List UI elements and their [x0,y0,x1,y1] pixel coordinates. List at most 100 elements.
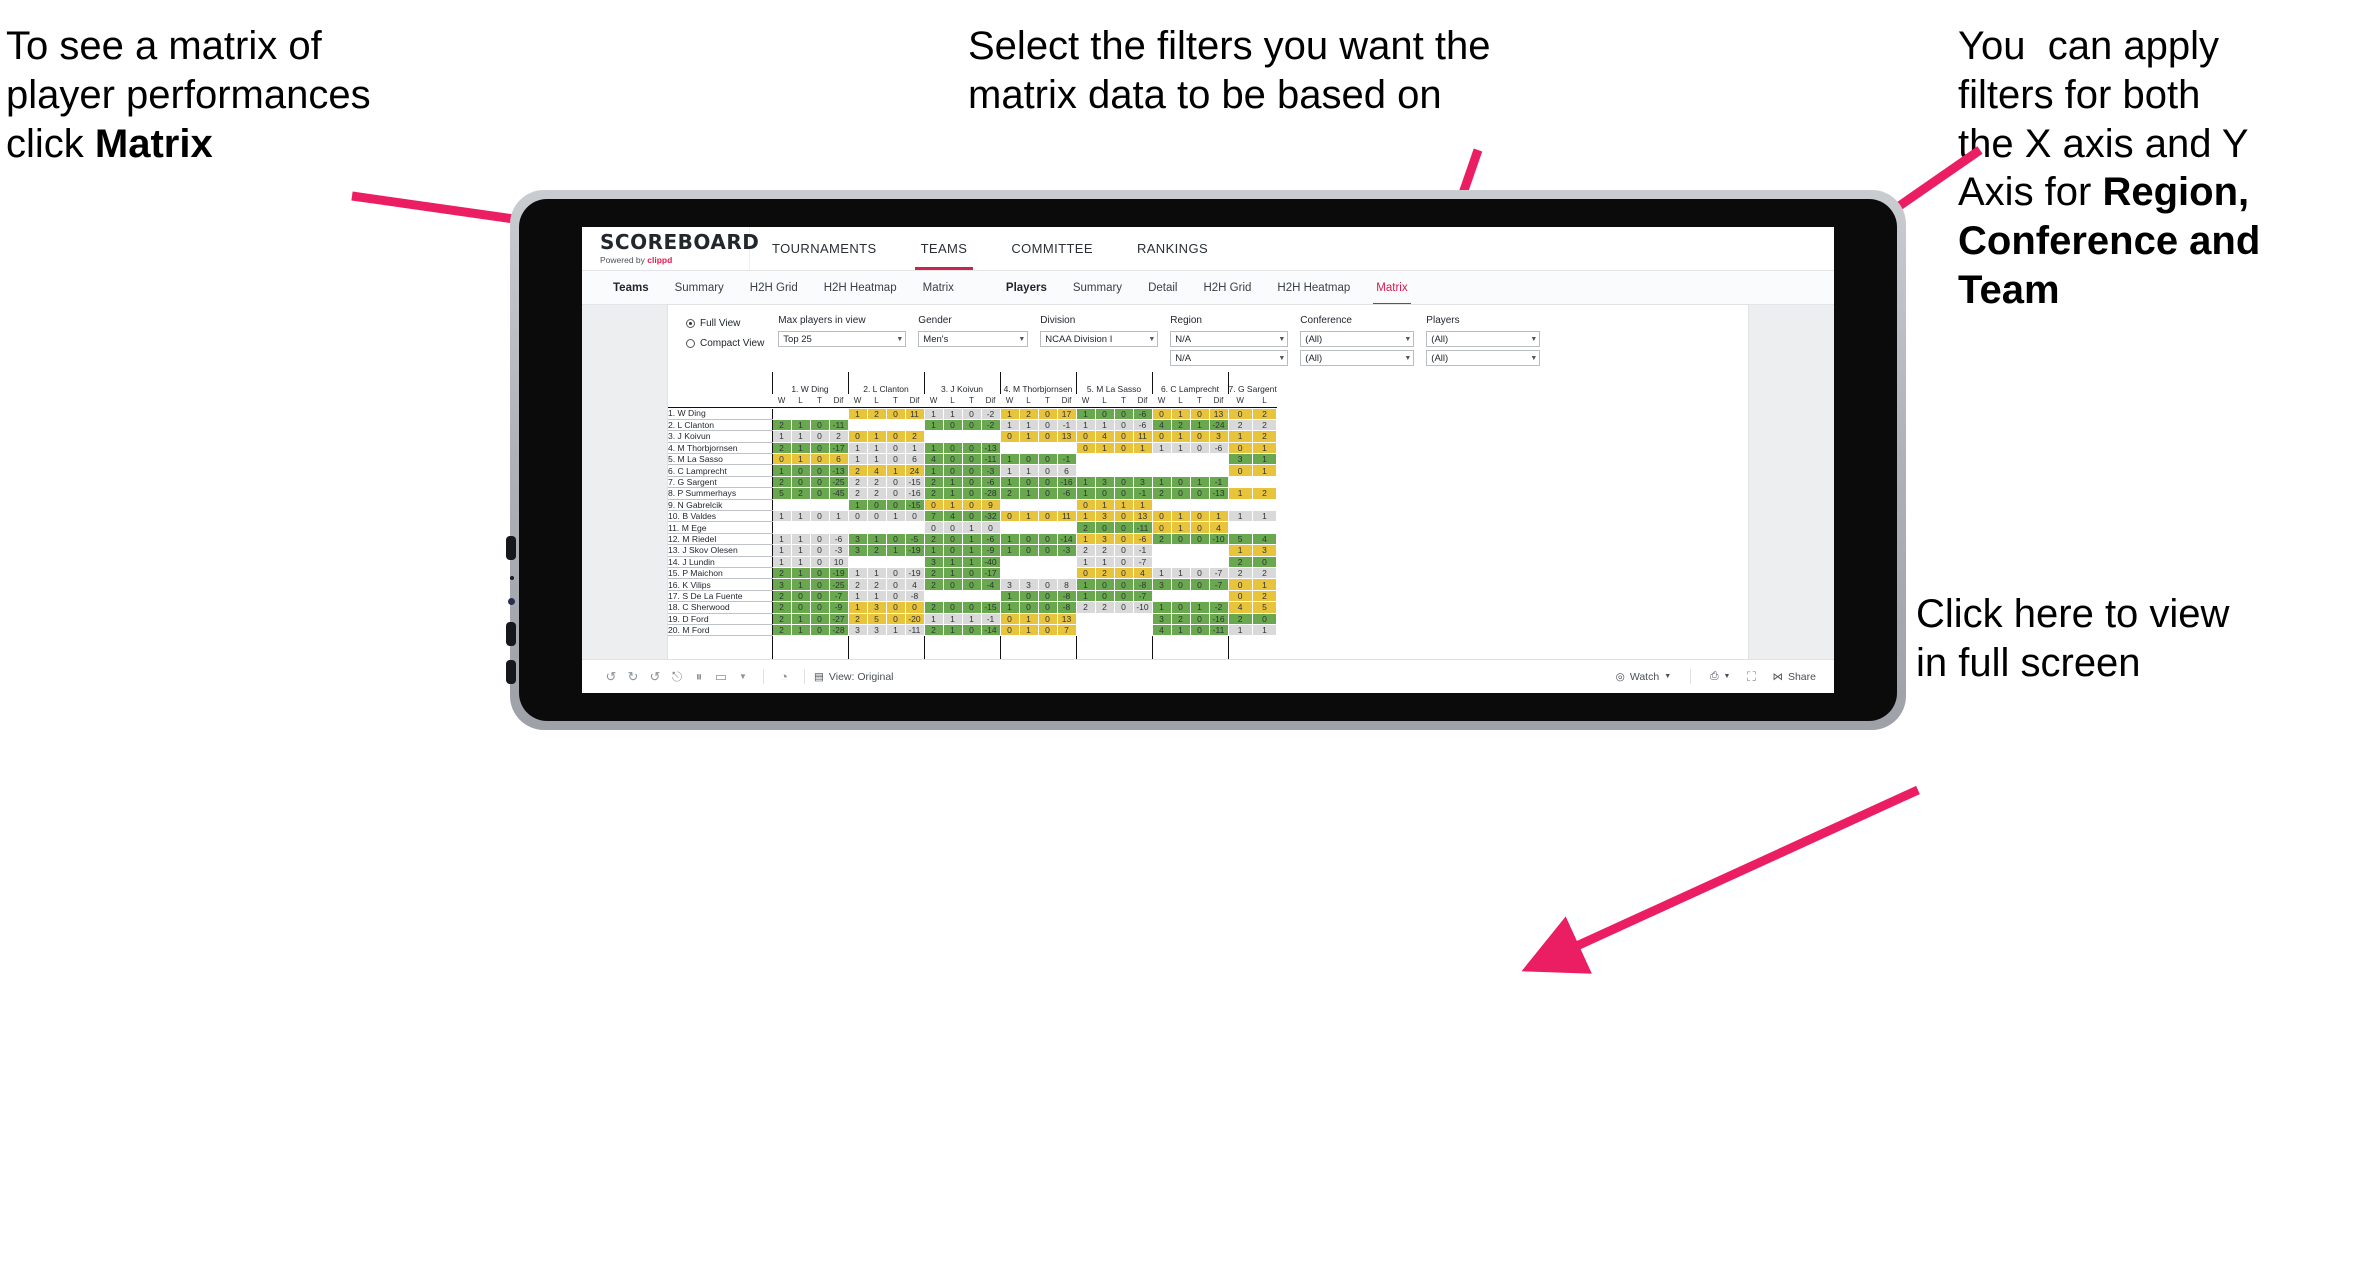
matrix-cell[interactable]: 1 [1132,441,1153,455]
subnav-players-detail[interactable]: Detail [1135,271,1190,305]
matrix-cell[interactable]: 1 [999,544,1020,557]
matrix-cell[interactable]: 1 [790,566,811,580]
matrix-cell[interactable] [923,430,944,443]
matrix-cell[interactable]: 0 [809,544,830,557]
matrix-cell[interactable]: 0 [885,407,906,420]
matrix-cell[interactable] [999,498,1020,512]
matrix-cell[interactable] [1113,453,1134,466]
matrix-cell[interactable]: 0 [809,441,830,455]
matrix-cell[interactable] [1189,464,1210,477]
matrix-cell[interactable]: -10 [1132,601,1153,614]
matrix-cell[interactable]: 3 [847,544,868,557]
matrix-cell[interactable]: -2 [1208,601,1229,614]
matrix-cell[interactable]: 0 [1113,601,1134,614]
matrix-cell[interactable]: 0 [847,509,868,523]
matrix-cell[interactable]: 1 [942,487,963,500]
matrix-cell[interactable] [923,589,944,603]
matrix-cell[interactable]: 0 [809,430,830,443]
matrix-cell[interactable]: 0 [1018,589,1039,603]
matrix-cell[interactable]: 1 [847,498,868,512]
matrix-cell[interactable]: -16 [1056,475,1077,489]
matrix-cell[interactable]: 17 [1056,407,1077,420]
matrix-cell[interactable] [1037,555,1058,568]
matrix-cell[interactable] [1075,612,1096,625]
matrix-cell[interactable] [1208,555,1229,568]
matrix-cell[interactable]: 4 [1227,601,1253,614]
matrix-cell[interactable]: 0 [1151,407,1172,420]
matrix-cell[interactable]: 0 [809,589,830,603]
matrix-cell[interactable]: 2 [866,487,887,500]
matrix-cell[interactable] [1132,464,1153,477]
matrix-cell[interactable]: 2 [771,475,792,489]
select-gender[interactable]: Men's ▼ [918,331,1029,347]
matrix-cell[interactable]: 2 [923,532,944,546]
matrix-cell[interactable]: 1 [771,509,792,523]
matrix-cell[interactable]: 1 [847,407,868,420]
matrix-cell[interactable]: 1 [1227,623,1253,637]
matrix-cell[interactable] [1151,555,1172,568]
matrix-cell[interactable] [1094,612,1115,625]
matrix-cell[interactable]: 0 [885,589,906,603]
matrix-cell[interactable]: 1 [1170,441,1191,455]
matrix-cell[interactable]: 0 [1113,532,1134,546]
matrix-cell[interactable]: -15 [904,498,925,512]
matrix-cell[interactable] [1170,544,1191,557]
matrix-cell[interactable] [961,589,982,603]
matrix-cell[interactable]: 3 [1251,544,1278,557]
matrix-cell[interactable]: 1 [1075,487,1096,500]
matrix-cell[interactable]: 3 [999,578,1020,591]
matrix-cell[interactable]: 4 [1151,418,1172,432]
matrix-cell[interactable]: 1 [847,601,868,614]
matrix-cell[interactable] [790,521,811,534]
matrix-cell[interactable]: 1 [942,407,963,420]
matrix-cell[interactable]: 1 [790,441,811,455]
matrix-cell[interactable]: 0 [1037,601,1058,614]
matrix-cell[interactable] [809,498,830,512]
matrix-cell[interactable]: 1 [923,612,944,625]
matrix-cell[interactable]: 0 [942,464,963,477]
matrix-cell[interactable]: 0 [1018,601,1039,614]
matrix-cell[interactable]: 1 [1170,566,1191,580]
matrix-cell[interactable]: 0 [1113,578,1134,591]
matrix-cell[interactable] [1208,453,1229,466]
matrix-cell[interactable]: -17 [980,566,1001,580]
matrix-cell[interactable]: 6 [904,453,925,466]
matrix-cell[interactable]: 0 [809,418,830,432]
matrix-cell[interactable]: 2 [771,441,792,455]
matrix-cell[interactable]: 2 [1227,418,1253,432]
matrix-cell[interactable]: 5 [1227,532,1253,546]
matrix-cell[interactable] [1189,589,1210,603]
subnav-players-summary[interactable]: Summary [1060,271,1135,305]
matrix-cell[interactable]: 0 [1037,509,1058,523]
matrix-cell[interactable]: 1 [1151,566,1172,580]
matrix-cell[interactable]: 0 [1094,487,1115,500]
matrix-cell[interactable] [1056,521,1077,534]
matrix-cell[interactable] [1170,589,1191,603]
matrix-cell[interactable]: 0 [1037,475,1058,489]
matrix-cell[interactable]: 0 [790,601,811,614]
matrix-cell[interactable]: 2 [771,566,792,580]
matrix-cell[interactable]: -8 [1056,589,1077,603]
matrix-cell[interactable]: 0 [1113,430,1134,443]
fullscreen-icon[interactable]: ⛶ [1740,669,1762,685]
matrix-cell[interactable]: -6 [1132,532,1153,546]
matrix-cell[interactable]: 7 [923,509,944,523]
matrix-cell[interactable] [1037,498,1058,512]
matrix-cell[interactable]: 2 [866,544,887,557]
matrix-cell[interactable]: 1 [923,544,944,557]
matrix-cell[interactable] [1018,521,1039,534]
view-original-button[interactable]: ▤ View: Original [814,671,894,683]
matrix-cell[interactable]: 0 [942,441,963,455]
matrix-cell[interactable]: 0 [942,544,963,557]
matrix-cell[interactable]: 0 [961,509,982,523]
matrix-cell[interactable] [1251,498,1278,512]
matrix-cell[interactable]: 0 [961,407,982,420]
matrix-cell[interactable]: 1 [771,532,792,546]
matrix-cell[interactable]: 0 [1189,532,1210,546]
nav-tournaments[interactable]: TOURNAMENTS [750,227,899,270]
matrix-cell[interactable]: 3 [1094,532,1115,546]
matrix-cell[interactable]: 11 [904,407,925,420]
matrix-cell[interactable]: 0 [923,521,944,534]
matrix-cell[interactable]: -1 [1132,544,1153,557]
matrix-cell[interactable]: 0 [1037,487,1058,500]
